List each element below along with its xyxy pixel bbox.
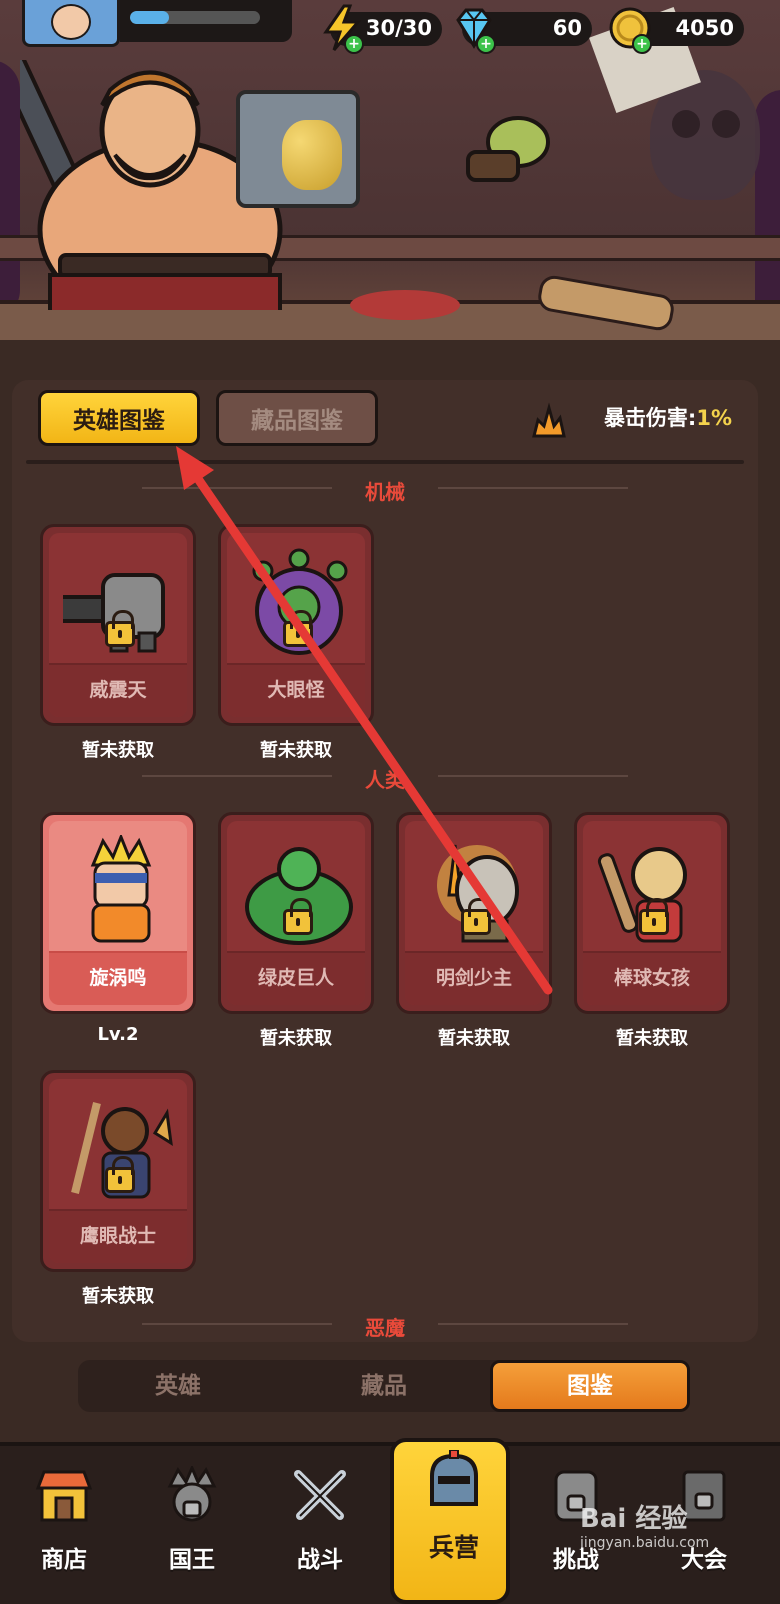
nav-shop-label: 商店 (41, 1547, 87, 1573)
lock-icon (283, 610, 313, 647)
xp-bar (120, 0, 292, 42)
gems-value: 60 (552, 16, 582, 40)
baseball-girl-portrait (597, 847, 687, 943)
panel-divider (26, 460, 744, 464)
player-avatar[interactable] (22, 0, 120, 47)
hero-card[interactable]: 绿皮巨人 (218, 812, 374, 1014)
hero-card-name: 大眼怪 (227, 663, 365, 717)
hero-card[interactable]: 鹰眼战士 (40, 1070, 196, 1272)
hero-card[interactable]: 明剑少主 (396, 812, 552, 1014)
hero-card-status: 暂未获取 (260, 1028, 332, 1049)
hero-card-name: 威震天 (49, 663, 187, 717)
watermark-brand: Bai 经验 (580, 1504, 688, 1534)
hero-card-name: 绿皮巨人 (227, 951, 365, 1005)
lock-icon (283, 898, 313, 935)
codex-panel: 英雄图鉴 藏品图鉴 暴击伤害:1% 机械 威震天 暂未获取 大眼怪 暂未获取 人… (12, 380, 758, 1342)
nav-barracks[interactable]: 兵营 (390, 1438, 510, 1604)
gold-value: 4050 (675, 16, 734, 40)
hero-card[interactable]: 大眼怪 (218, 524, 374, 726)
baidu-watermark: Bai 经验 jingyan.baidu.com (580, 1498, 709, 1551)
hero-card-status: Lv.2 (97, 1024, 139, 1045)
hero-card-name: 鹰眼战士 (49, 1209, 187, 1263)
nav-battle[interactable]: 战斗 (260, 1466, 380, 1596)
add-energy-icon[interactable]: + (344, 34, 364, 54)
energy-resource[interactable]: + 30/30 (323, 4, 442, 54)
hero-card-status: 暂未获取 (82, 1286, 154, 1307)
nav-shop[interactable]: 商店 (4, 1466, 124, 1596)
top-bar: + 30/30 + 60 + 4050 (0, 0, 780, 60)
hero-scene: + 30/30 + 60 + 4050 (0, 0, 780, 340)
section-title-human: 人类 (365, 768, 405, 792)
section-title-mechanical: 机械 (365, 480, 405, 504)
subtab-collectibles[interactable]: 藏品 (284, 1360, 484, 1412)
xp-bar-fill (130, 11, 169, 24)
sword-lord-portrait (437, 844, 519, 943)
hero-card-status: 暂未获取 (616, 1028, 688, 1049)
tab-hero-codex[interactable]: 英雄图鉴 (38, 390, 200, 446)
subtab-heroes[interactable]: 英雄 (78, 1360, 278, 1412)
hawkeye-warrior-portrait (71, 1102, 173, 1199)
curtain-left (0, 60, 20, 320)
lock-icon (461, 898, 491, 935)
nav-king-label: 国王 (169, 1547, 215, 1573)
section-title-demon: 恶魔 (365, 1316, 405, 1340)
ninja-hero-portrait (90, 835, 152, 943)
table-decoration (350, 290, 460, 320)
watermark-url: jingyan.baidu.com (580, 1535, 710, 1551)
hero-card[interactable]: 旋涡鸣 (40, 812, 196, 1014)
energy-value: 30/30 (365, 16, 432, 40)
hero-card-name: 旋涡鸣 (49, 951, 187, 1005)
tab-collectible-codex[interactable]: 藏品图鉴 (216, 390, 378, 446)
explosion-icon (532, 402, 566, 438)
knight-helmet-icon (430, 1450, 478, 1506)
nav-battle-label: 战斗 (297, 1547, 343, 1573)
eye-monster-portrait (252, 548, 348, 655)
lock-icon (105, 610, 135, 647)
crit-damage-value: 1% (696, 406, 732, 430)
add-gold-icon[interactable]: + (632, 34, 652, 54)
green-giant-portrait (245, 847, 353, 945)
crossed-swords-icon (294, 1470, 346, 1520)
hero-card-status: 暂未获取 (82, 740, 154, 761)
nav-king[interactable]: 国王 (132, 1466, 252, 1596)
shop-icon (35, 1470, 93, 1522)
lock-icon (639, 898, 669, 935)
hero-card-status: 暂未获取 (438, 1028, 510, 1049)
king-locked-icon (167, 1466, 217, 1522)
barracks-subtabs: 英雄 藏品 图鉴 (78, 1360, 690, 1412)
safe-illustration (236, 90, 360, 208)
hero-card[interactable]: 棒球女孩 (574, 812, 730, 1014)
gems-resource[interactable]: + 60 (456, 8, 592, 54)
hero-card-name: 棒球女孩 (583, 951, 721, 1005)
crit-damage-label: 暴击伤害: (603, 406, 697, 430)
hero-card[interactable]: 威震天 (40, 524, 196, 726)
lock-icon (105, 1156, 135, 1193)
zombie-illustration (466, 116, 550, 182)
nav-barracks-label: 兵营 (428, 1533, 479, 1562)
hero-card-status: 暂未获取 (260, 740, 332, 761)
hero-card-name: 明剑少主 (405, 951, 543, 1005)
tank-robot-portrait (63, 573, 165, 653)
gold-resource[interactable]: + 4050 (609, 7, 744, 54)
crit-damage-stat: 暴击伤害:1% (604, 402, 732, 442)
add-gems-icon[interactable]: + (476, 34, 496, 54)
subtab-codex[interactable]: 图鉴 (490, 1360, 690, 1412)
